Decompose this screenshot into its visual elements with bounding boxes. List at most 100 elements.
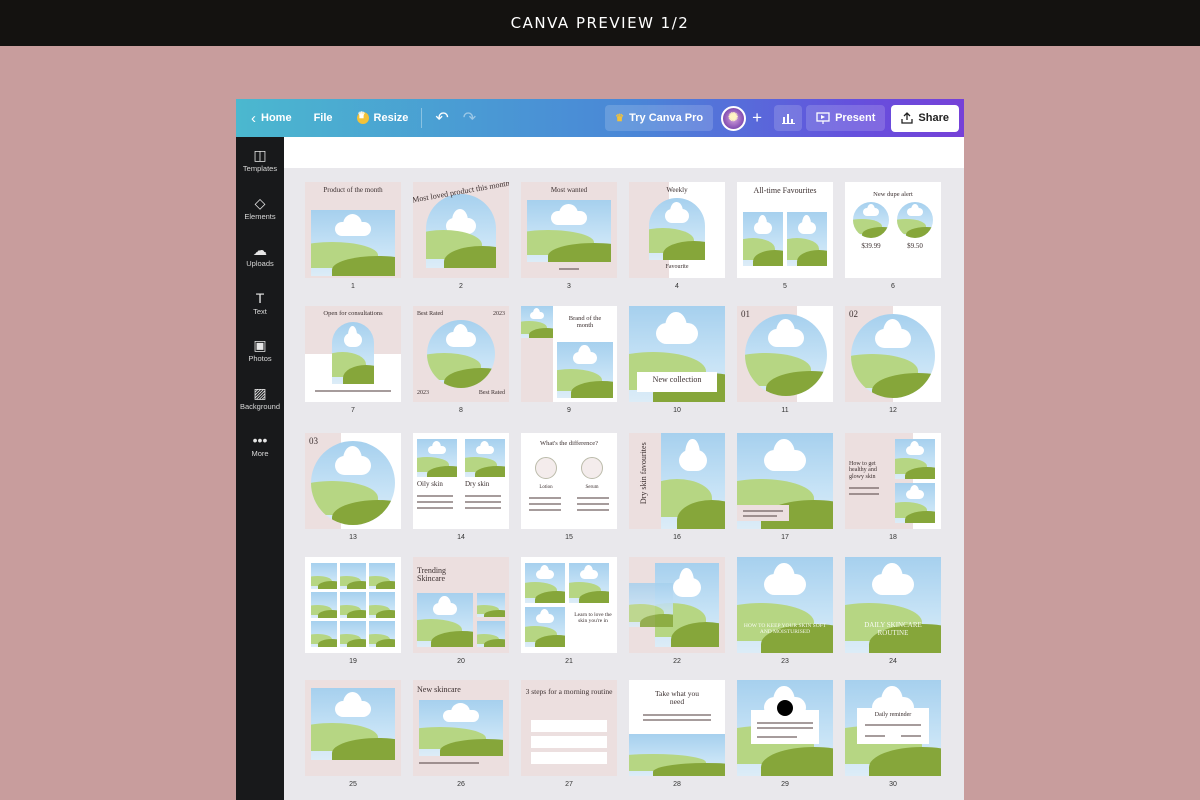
page-number: 15 [565,534,573,541]
home-button[interactable]: ‹ Home [244,105,299,131]
page-thumbnail[interactable]: Take what you need [629,680,725,776]
banner-title: CANVA PREVIEW 1/2 [510,14,690,32]
page-thumbnail[interactable] [305,557,401,653]
page-thumbnail[interactable]: Dry skin favourites [629,433,725,529]
page-thumbnail[interactable]: DAILY SKINCARE ROUTINE [845,557,941,653]
page-number: 17 [781,534,789,541]
page-thumbnail[interactable]: Learn to love the skin you're in [521,557,617,653]
page-thumbnail[interactable]: 01 [737,306,833,402]
page-number: 10 [673,407,681,414]
sidebar-item-background[interactable]: ▨ Background [236,375,284,423]
page-thumbnail[interactable]: Oily skin Dry skin [413,433,509,529]
year-label-bottom: 2023 [417,390,429,396]
templates-icon: ◫ [253,147,267,164]
sidebar-item-photos[interactable]: ▣ Photos [236,327,284,375]
landscape-image [525,607,565,647]
more-icon: ••• [252,432,268,449]
page-title: Daily reminder [874,712,912,718]
landscape-image [743,212,783,266]
page-thumbnail[interactable]: 02 [845,306,941,402]
share-button[interactable]: Share [891,104,959,132]
plus-icon: + [752,108,763,127]
page-thumbnail[interactable]: Open for consultations [305,306,401,402]
landscape-image [340,592,366,618]
page-number: 4 [675,283,679,290]
page-thumbnail[interactable] [629,557,725,653]
page-thumbnail[interactable]: Most loved product this month [413,182,509,278]
try-canva-pro-button[interactable]: ♛ Try Canva Pro [605,105,714,131]
present-label: Present [835,112,876,124]
page-thumbnail[interactable]: New collection [629,306,725,402]
page-title: Weekly [666,186,688,194]
page-thumbnail[interactable]: What's the difference? Lotion Serum [521,433,617,529]
page-number: 3 [567,283,571,290]
page-thumbnail[interactable] [305,680,401,776]
page-thumbnail[interactable]: Most wanted [521,182,617,278]
circle-marker [777,700,793,716]
landscape-image [629,734,725,776]
file-menu-button[interactable]: File [307,105,340,131]
page-title: Oily skin [417,480,443,488]
page-thumbnail[interactable]: Daily reminder [845,680,941,776]
page-thumbnail[interactable] [737,433,833,529]
page-thumbnail[interactable]: 3 steps for a morning routine [521,680,617,776]
resize-button[interactable]: Resize [350,105,416,131]
sidebar-item-elements[interactable]: ◇ Elements [236,185,284,233]
page-number: 1 [351,283,355,290]
sidebar-item-uploads[interactable]: ☁ Uploads [236,232,284,280]
present-button[interactable]: Present [806,105,886,131]
page-thumbnail[interactable]: Product of the month [305,182,401,278]
page-thumbnail[interactable]: How to get healthy and glowy skin [845,433,941,529]
page-thumbnail[interactable]: New dupe alert $39.99 $9.50 [845,182,941,278]
landscape-image [417,439,457,477]
left-sidebar: ◫ Templates ◇ Elements ☁ Uploads T Text … [236,137,284,800]
landscape-image [557,342,613,398]
landscape-image [527,200,611,262]
page-title: Product of the month [323,186,383,194]
page-title: 02 [849,309,858,319]
page-title: New dupe alert [873,191,913,198]
insights-button[interactable] [774,105,803,131]
sidebar-item-label: More [251,449,269,459]
page-number: 30 [889,781,897,788]
landscape-image [477,593,505,617]
sidebar-item-text[interactable]: T Text [236,280,284,328]
page-thumbnail[interactable]: 03 [305,433,401,529]
page-thumbnail[interactable]: New skincare [413,680,509,776]
landscape-image [311,621,337,647]
page-number: 21 [565,658,573,665]
landscape-image [521,306,553,338]
crown-icon: ♛ [615,112,625,124]
page-number: 11 [781,407,789,414]
page-title: Best Rated [417,311,444,317]
page-number: 9 [567,407,571,414]
page-title: Most wanted [550,186,588,194]
page-number: 7 [351,407,355,414]
page-thumbnail[interactable] [737,680,833,776]
page-title: Brand of the month [568,315,602,329]
sidebar-item-label: Uploads [246,259,274,269]
landscape-image [311,210,395,276]
page-number: 14 [457,534,465,541]
page-thumbnail[interactable]: Best Rated 2023 2023 Best Rated [413,306,509,402]
crown-icon [356,110,369,124]
sidebar-item-more[interactable]: ••• More [236,422,284,470]
page-title: DAILY SKINCARE ROUTINE [864,621,922,637]
landscape-image [569,563,609,603]
chevron-left-icon: ‹ [251,109,256,127]
page-number: 12 [889,407,897,414]
page-thumbnail[interactable]: Weekly Favourite [629,182,725,278]
page-thumbnail[interactable]: Trending Skincare [413,557,509,653]
redo-button[interactable]: ↷ [456,105,483,131]
avatar[interactable] [721,105,747,131]
page-title: 3 steps for a morning routine [525,687,613,696]
page-thumbnail[interactable]: HOW TO KEEP YOUR SKIN SOFT AND MOISTURIS… [737,557,833,653]
add-collaborator-button[interactable]: + [746,105,768,131]
serum-icon [581,457,603,479]
page-thumbnail[interactable]: Brand of the month [521,306,617,402]
undo-button[interactable]: ↶ [428,105,455,131]
sidebar-item-templates[interactable]: ◫ Templates [236,137,284,185]
page-number: 23 [781,658,789,665]
page-thumbnail[interactable]: All-time Favourites [737,182,833,278]
page-number: 6 [891,283,895,290]
